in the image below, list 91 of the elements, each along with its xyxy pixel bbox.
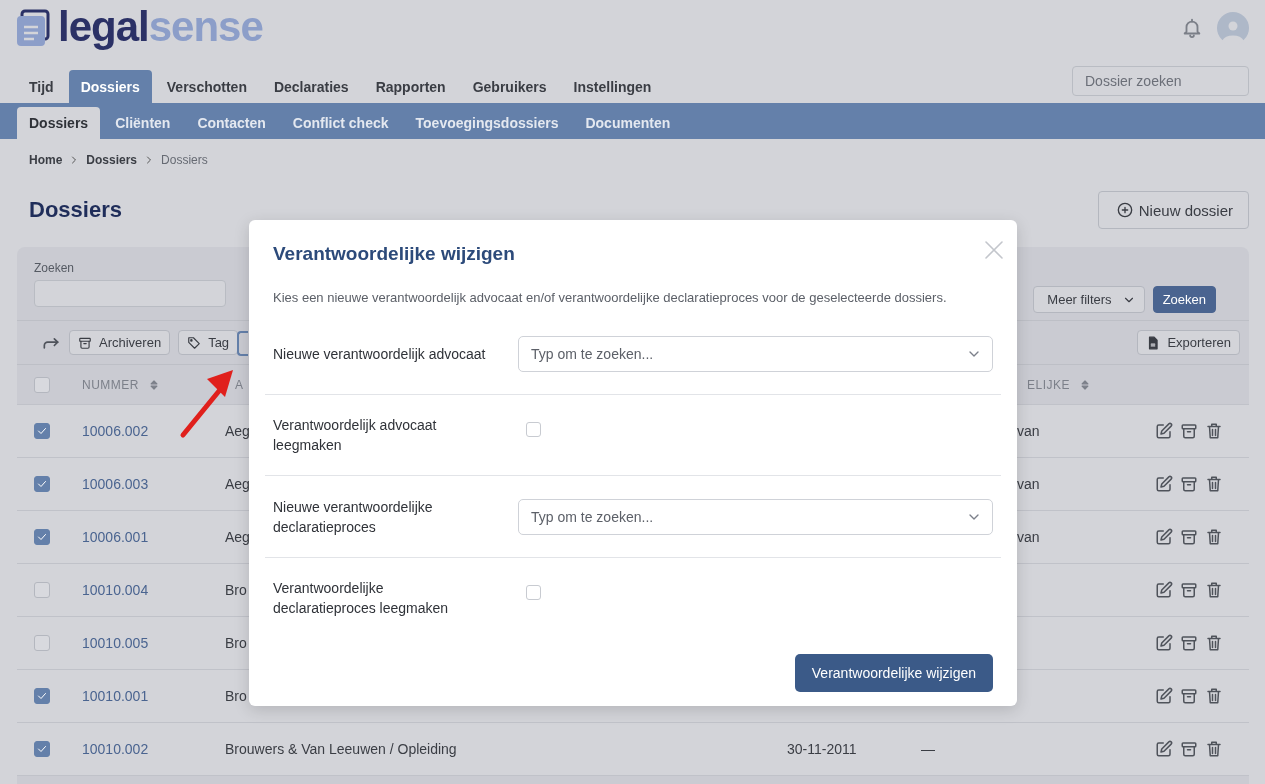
table-cell: van <box>1017 529 1040 545</box>
checkbox[interactable] <box>34 635 50 651</box>
sub-nav-tab[interactable]: Dossiers <box>17 107 101 139</box>
plus-circle-icon <box>1116 202 1133 218</box>
search-field[interactable]: Dossier zoeken <box>1072 66 1249 96</box>
table-cell: — <box>921 741 935 757</box>
column-header: A <box>235 377 244 392</box>
trash-icon[interactable] <box>1205 740 1223 758</box>
dossier-number-link[interactable]: 10010.001 <box>82 688 149 704</box>
table-cell: Bro <box>225 688 247 704</box>
dossier-number-link[interactable]: 10010.004 <box>82 582 149 598</box>
check-icon <box>36 425 48 437</box>
edit-icon[interactable] <box>1155 740 1173 758</box>
dossier-number-link[interactable]: 10010.002 <box>82 741 149 757</box>
table-cell: Brouwers & Van Leeuwen / Opleiding <box>225 741 457 757</box>
table-cell: 30-11-2011 <box>787 741 857 757</box>
tag-button[interactable]: Tag <box>178 330 239 355</box>
table-cell: Aeg <box>225 423 250 439</box>
check-icon <box>36 531 48 543</box>
dialog-title: Verantwoordelijke wijzigen <box>273 242 516 266</box>
field-label: Verantwoordelijk advocaat leegmaken <box>273 416 438 455</box>
edit-icon[interactable] <box>1155 581 1173 599</box>
field-label: Zoeken <box>34 261 76 275</box>
search-button[interactable]: Zoeken <box>1152 286 1216 313</box>
table-cell: Aeg <box>225 529 250 545</box>
nav-tab[interactable]: Instellingen <box>561 70 664 103</box>
search-field[interactable] <box>34 280 226 307</box>
edit-icon[interactable] <box>1155 634 1173 652</box>
export-button[interactable]: Exporteren <box>1137 330 1240 355</box>
edit-icon[interactable] <box>1155 528 1173 546</box>
check-icon <box>36 478 48 490</box>
table-cell: van <box>1017 423 1040 439</box>
nav-tab[interactable]: Declaraties <box>261 70 361 103</box>
nav-tab[interactable]: Tijd <box>17 70 66 103</box>
nav-tab[interactable]: Rapporten <box>363 70 458 103</box>
trash-icon[interactable] <box>1205 634 1223 652</box>
archive-box-icon[interactable] <box>1180 528 1198 546</box>
archive-box-icon[interactable] <box>1180 687 1198 705</box>
check-icon <box>36 690 48 702</box>
nav-tab[interactable]: Verschotten <box>154 70 259 103</box>
tag-icon <box>187 335 202 350</box>
trash-icon[interactable] <box>1205 528 1223 546</box>
checkbox[interactable] <box>34 476 50 492</box>
edit-icon[interactable] <box>1155 422 1173 440</box>
table-cell: Bro <box>225 635 247 651</box>
edit-icon[interactable] <box>1155 687 1173 705</box>
select-field[interactable]: Typ om te zoeken... <box>518 335 993 372</box>
nav-tab[interactable]: Gebruikers <box>460 70 559 103</box>
dialog-description: Kies een nieuwe verantwoordelijk advocaat en/of verantwoordelijke declaratieproces voor de geselecteerde dossiers. <box>273 289 948 307</box>
breadcrumb-link[interactable]: Dossiers <box>86 153 138 167</box>
checkbox[interactable] <box>34 582 50 598</box>
trash-icon[interactable] <box>1205 687 1223 705</box>
trash-icon[interactable] <box>1205 422 1223 440</box>
select-field[interactable]: Typ om te zoeken... <box>518 498 993 535</box>
dossier-number-link[interactable]: 10010.005 <box>82 635 149 651</box>
table-cell: van <box>1017 476 1040 492</box>
dossier-number-link[interactable]: 10006.001 <box>82 529 149 545</box>
archive-box-icon[interactable] <box>1180 581 1198 599</box>
trash-icon[interactable] <box>1205 581 1223 599</box>
archive-box-icon[interactable] <box>1180 422 1198 440</box>
checkbox[interactable] <box>526 422 541 437</box>
archive-box-icon[interactable] <box>1180 634 1198 652</box>
logo-text: legalsense <box>58 6 263 48</box>
page-title: Dossiers <box>29 197 122 223</box>
checkbox[interactable] <box>34 741 50 757</box>
trash-icon[interactable] <box>1205 475 1223 493</box>
table-cell: Aeg <box>225 476 250 492</box>
more-filters-button[interactable]: Meer filters <box>1033 286 1145 313</box>
document-icon <box>1146 335 1161 350</box>
dossier-number-link[interactable]: 10006.003 <box>82 476 149 492</box>
nav-tab[interactable]: Dossiers <box>68 70 152 103</box>
bell-icon[interactable] <box>1181 17 1203 39</box>
archive-box-icon <box>78 335 92 350</box>
check-icon <box>36 743 48 755</box>
checkbox[interactable] <box>34 529 50 545</box>
checkbox[interactable] <box>34 376 50 393</box>
dossier-number-link[interactable]: 10006.002 <box>82 423 149 439</box>
field-label: Nieuwe verantwoordelijke declaratieproces <box>273 497 434 537</box>
breadcrumb-link[interactable]: Home <box>29 153 63 167</box>
checkbox[interactable] <box>34 688 50 704</box>
new-dossier-button[interactable]: Nieuw dossier <box>1097 191 1249 229</box>
checkbox[interactable] <box>34 423 50 439</box>
archive-box-icon[interactable] <box>1180 740 1198 758</box>
field-label: Verantwoordelijke declaratieproces leegmaken <box>273 579 450 618</box>
table-cell: Bro <box>225 582 247 598</box>
archive-box-icon[interactable] <box>1180 475 1198 493</box>
submit-button[interactable]: Verantwoordelijke wijzigen <box>794 654 993 692</box>
archive-button[interactable]: Archiveren <box>69 330 171 355</box>
edit-icon[interactable] <box>1155 475 1173 493</box>
checkbox[interactable] <box>526 585 541 600</box>
field-label: Nieuwe verantwoordelijk advocaat <box>273 344 487 364</box>
